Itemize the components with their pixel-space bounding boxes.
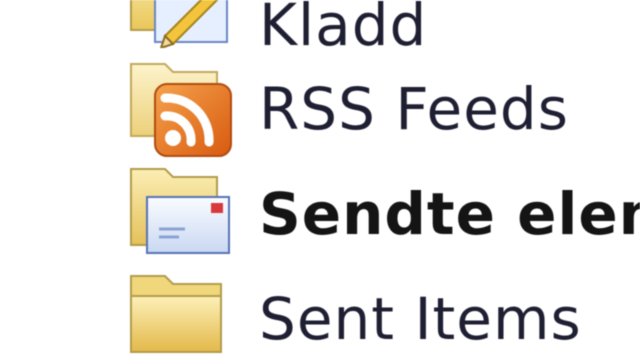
folder-item-rss-feeds[interactable]: RSS Feeds <box>125 58 640 158</box>
folder-label-sendte-elementer: Sendte elementer <box>259 180 640 248</box>
rss-folder-icon <box>125 58 235 158</box>
folder-item-sent-items[interactable]: Sent Items <box>125 268 640 360</box>
folder-list-pane: Kladd RSS Feeds Sendte ele Sent Items <box>0 0 640 360</box>
folder-label-rss-feeds: RSS Feeds <box>259 75 569 143</box>
folder-label-kladd: Kladd <box>259 0 428 59</box>
folder-item-kladd[interactable]: Kladd <box>125 0 640 54</box>
drafts-folder-icon <box>125 0 235 50</box>
folder-label-sent-items: Sent Items <box>259 285 582 353</box>
folder-icon <box>125 268 235 360</box>
folder-item-sendte-elementer[interactable]: Sendte elementer <box>125 163 640 263</box>
sent-mail-folder-icon <box>125 163 235 263</box>
